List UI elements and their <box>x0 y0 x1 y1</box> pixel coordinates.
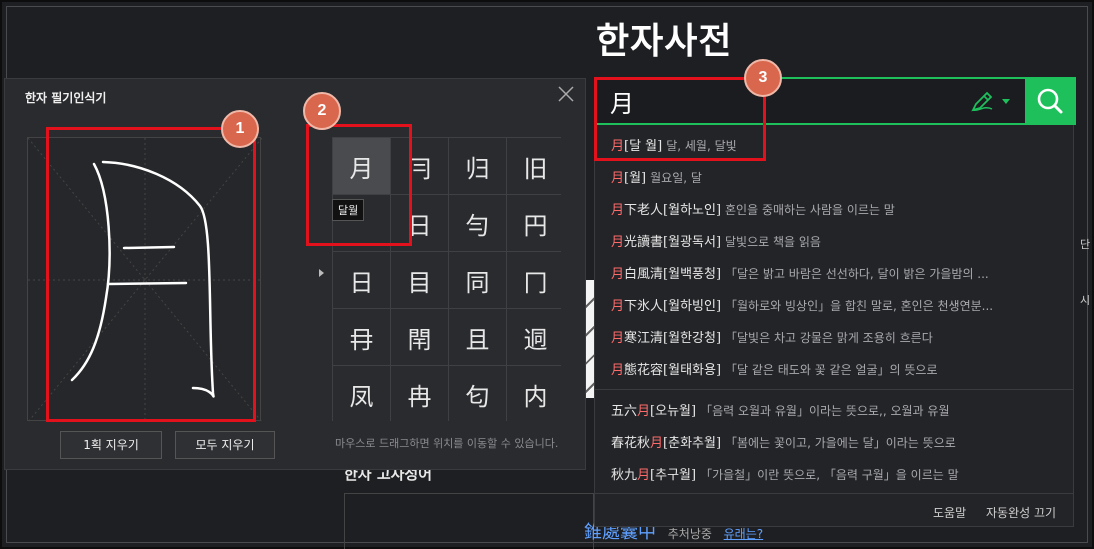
candidate-cell[interactable]: 归 <box>449 138 506 194</box>
item-desc: 「달은 밝고 바람은 선선하다, 달이 밝은 가을밤의 ... <box>725 267 989 281</box>
background-text-fragment: 단 <box>1080 238 1091 251</box>
autocomplete-item[interactable]: 月[월] 월요일, 달 <box>611 167 1061 186</box>
help-link[interactable]: 도움말 <box>933 504 966 521</box>
page-title: 한자사전 <box>596 21 733 62</box>
candidate-cell[interactable]: 凤 <box>333 366 390 422</box>
idiom-reading: 추처낭중 <box>667 527 712 541</box>
item-hanja: 月 <box>611 171 625 186</box>
item-hanja: 月 <box>611 267 625 282</box>
item-desc: 「달 같은 태도와 꽃 같은 얼굴」의 뜻으로 <box>725 363 938 377</box>
item-hanja-rest: 光讀書 <box>624 235 664 250</box>
idiom-box <box>344 493 594 549</box>
annotation-box-candidate <box>306 124 412 246</box>
candidate-cell[interactable]: 旧 <box>507 138 564 194</box>
annotation-badge: 3 <box>744 59 782 97</box>
candidate-cell[interactable]: 同 <box>449 252 506 308</box>
item-hanja: 月 <box>611 235 625 250</box>
annotation-box-search <box>594 77 766 161</box>
autocomplete-item[interactable]: 月態花容[월태화용] 「달 같은 태도와 꽃 같은 얼굴」의 뜻으로 <box>611 359 1061 378</box>
item-reading: [오뉴월] <box>650 404 697 419</box>
item-desc: 혼인을 중매하는 사람을 이르는 말 <box>725 203 895 217</box>
candidate-cell[interactable]: 匂 <box>449 366 506 422</box>
list-divider <box>595 389 1073 390</box>
autocomplete-item[interactable]: 五六月[오뉴월] 「음력 오월과 유월」이라는 뜻으로,, 오월과 유월 <box>611 400 1061 419</box>
footer-divider <box>595 493 1073 494</box>
close-icon[interactable] <box>557 85 575 103</box>
item-reading: [월한강청] <box>663 331 722 346</box>
item-reading: [월하노인] <box>663 203 722 218</box>
item-reading: [월태화용] <box>663 363 722 378</box>
item-hanja: 月 <box>611 203 625 218</box>
background-text-fragment: 시 <box>1080 294 1091 307</box>
candidate-cell[interactable]: 閈 <box>391 309 448 365</box>
item-hanja-rest: 寒江清 <box>624 331 664 346</box>
candidate-cell[interactable]: 冂 <box>507 252 564 308</box>
item-reading: [월광독서] <box>663 235 722 250</box>
autocomplete-item[interactable]: 秋九月[추구월] 「가을철」이란 뜻으로, 「음력 구월」을 이르는 말 <box>611 464 1061 483</box>
clear-all-button[interactable]: 모두 지우기 <box>175 431 275 459</box>
item-hanja: 月 <box>637 468 651 483</box>
autocomplete-list: 月[달 월] 달, 세월, 달빛 月[월] 월요일, 달 月下老人[월하노인] 혼인을… <box>594 125 1074 527</box>
clear-stroke-button[interactable]: 1획 지우기 <box>60 431 162 459</box>
autocomplete-item[interactable]: 月光讀書[월광독서] 달빛으로 책을 읽음 <box>611 231 1061 250</box>
expand-arrow-icon[interactable] <box>319 269 324 277</box>
candidate-cell[interactable]: 内 <box>507 366 564 422</box>
item-hanja-pre: 五六 <box>611 404 638 419</box>
search-icon <box>1037 88 1063 114</box>
candidate-cell[interactable]: 目 <box>391 252 448 308</box>
idiom-more-link[interactable]: 유래는? <box>724 527 764 541</box>
candidate-cell[interactable]: 迵 <box>507 309 564 365</box>
item-hanja: 月 <box>637 404 651 419</box>
candidate-cell[interactable]: 円 <box>507 195 564 251</box>
chevron-down-icon[interactable] <box>1002 99 1010 104</box>
annotation-badge: 2 <box>303 92 341 130</box>
autocomplete-item[interactable]: 月白風清[월백풍청] 「달은 밝고 바람은 선선하다, 달이 밝은 가을밤의 ..… <box>611 263 1061 282</box>
item-reading: [월하빙인] <box>663 299 722 314</box>
drag-hint: 마우스로 드래그하면 위치를 이동할 수 있습니다. <box>335 437 559 450</box>
item-desc: 월요일, 달 <box>650 171 702 185</box>
autocomplete-item[interactable]: 月寒江清[월한강청] 「달빛은 차고 강물은 맑게 조용히 흐른다 <box>611 327 1061 346</box>
handwriting-title: 한자 필기인식기 <box>25 91 107 105</box>
candidate-cell[interactable]: 冉 <box>391 366 448 422</box>
item-reading: [춘화추월] <box>663 436 722 451</box>
item-hanja-pre: 秋九 <box>611 468 638 483</box>
candidate-cell[interactable]: 且 <box>449 309 506 365</box>
item-hanja: 月 <box>611 299 625 314</box>
autocomplete-item[interactable]: 月下氷人[월하빙인] 「월하로와 빙상인」을 합친 말로, 혼인은 천생연분... <box>611 295 1061 314</box>
item-hanja-rest: 下老人 <box>624 203 664 218</box>
autocomplete-item[interactable]: 月下老人[월하노인] 혼인을 중매하는 사람을 이르는 말 <box>611 199 1061 218</box>
item-hanja: 月 <box>650 436 664 451</box>
item-hanja-rest: 下氷人 <box>624 299 664 314</box>
item-reading: [월] <box>624 171 647 186</box>
annotation-badge: 1 <box>221 110 259 148</box>
autocomplete-off-link[interactable]: 자동완성 끄기 <box>986 504 1056 521</box>
item-desc: 「음력 오월과 유월」이라는 뜻으로,, 오월과 유월 <box>700 404 950 418</box>
item-desc: 「달빛은 차고 강물은 맑게 조용히 흐른다 <box>725 331 933 345</box>
item-desc: 「가을철」이란 뜻으로, 「음력 구월」을 이르는 말 <box>700 468 959 482</box>
item-hanja-rest: 白風清 <box>624 267 664 282</box>
candidate-cell[interactable]: 勻 <box>449 195 506 251</box>
candidate-cell[interactable]: 冄 <box>333 309 390 365</box>
item-reading: [월백풍청] <box>663 267 722 282</box>
annotation-box-canvas <box>46 127 256 422</box>
search-button[interactable] <box>1025 77 1076 125</box>
candidate-cell[interactable]: 日 <box>333 252 390 308</box>
item-hanja: 月 <box>611 363 625 378</box>
item-hanja-rest: 態花容 <box>624 363 664 378</box>
item-desc: 달빛으로 책을 읽음 <box>725 235 821 249</box>
item-hanja: 月 <box>611 331 625 346</box>
item-reading: [추구월] <box>650 468 697 483</box>
autocomplete-item[interactable]: 春花秋月[춘화추월] 「봄에는 꽃이고, 가을에는 달」이라는 뜻으로 <box>611 432 1061 451</box>
item-hanja-pre: 春花秋 <box>611 436 651 451</box>
item-desc: 「봄에는 꽃이고, 가을에는 달」이라는 뜻으로 <box>725 436 956 450</box>
handwriting-pen-icon[interactable] <box>970 91 994 113</box>
item-desc: 「월하로와 빙상인」을 합친 말로, 혼인은 천생연분... <box>725 299 994 313</box>
